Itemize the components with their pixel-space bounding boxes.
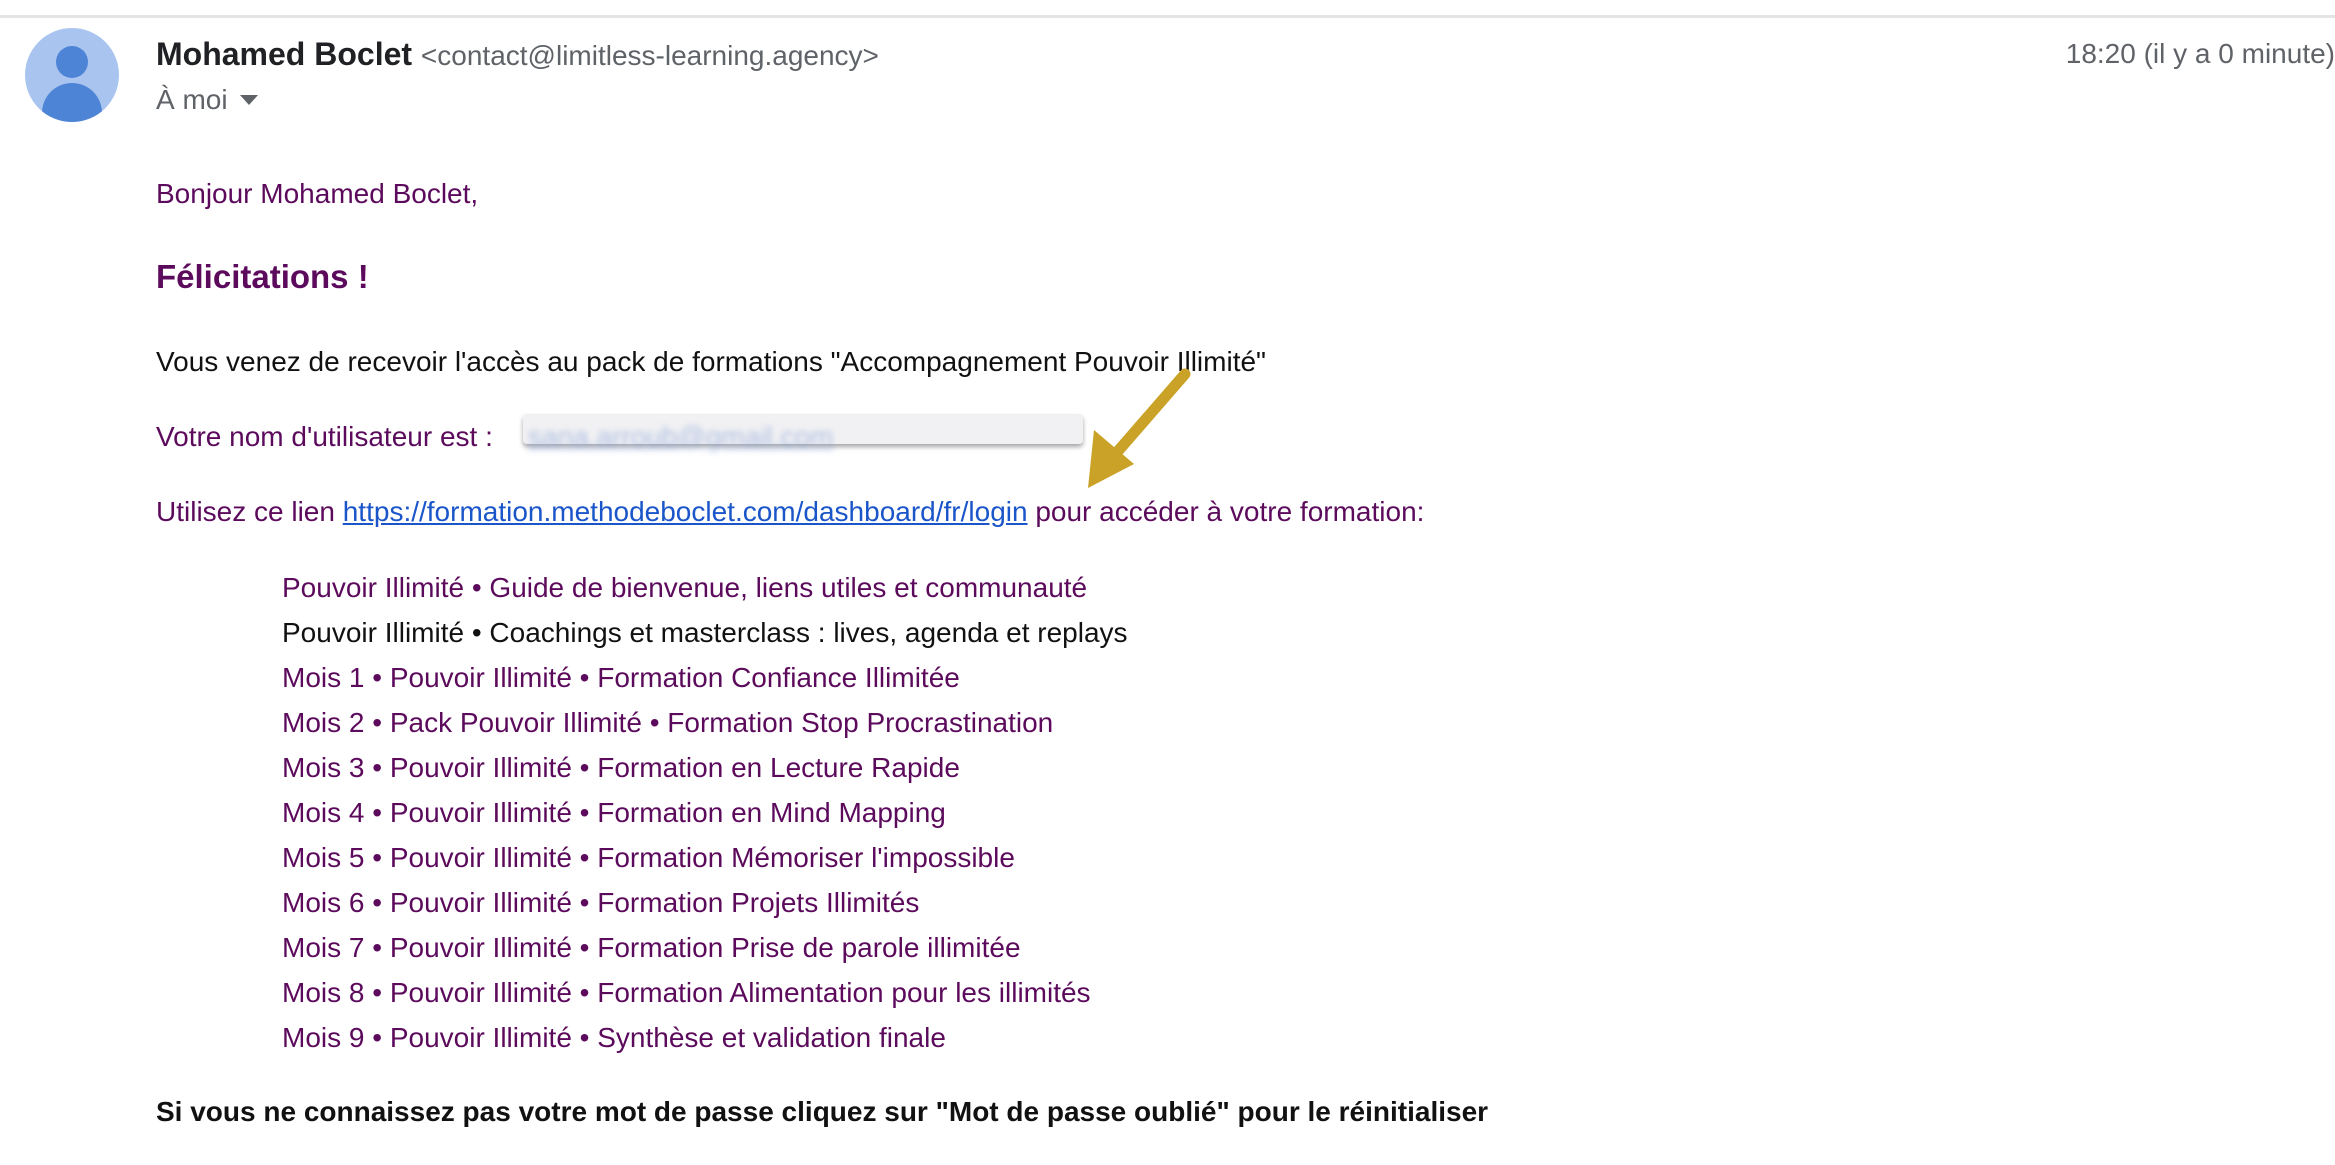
arrow-annotation: [1088, 368, 1191, 488]
arrow-shaft: [1106, 368, 1191, 464]
